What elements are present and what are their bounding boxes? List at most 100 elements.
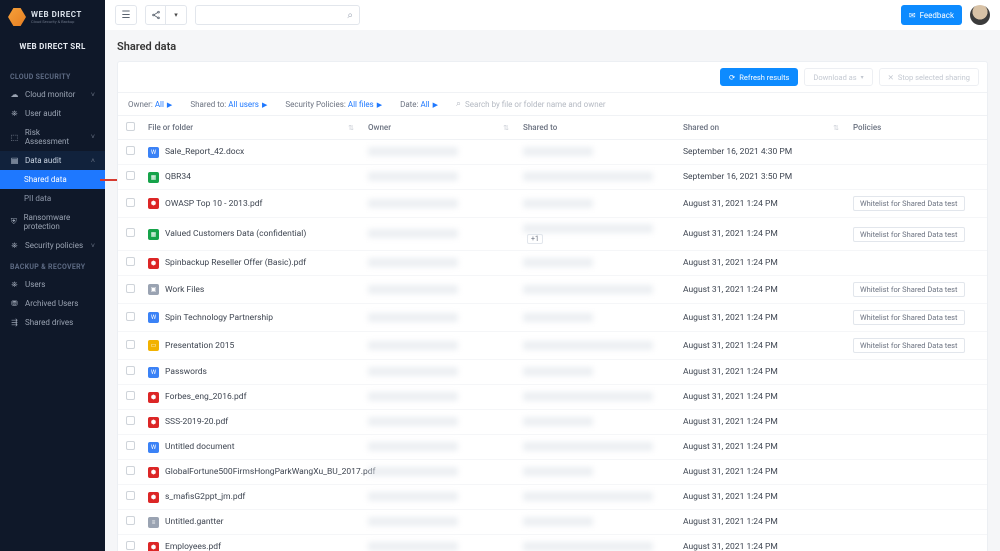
row-checkbox[interactable] <box>126 391 135 400</box>
owner-redacted: hidden <box>368 417 458 426</box>
shared-on-date: August 31, 2021 1:24 PM <box>675 485 845 510</box>
table-row[interactable]: WUntitled documenthiddenhiddenAugust 31,… <box>118 435 987 460</box>
table-row[interactable]: ⬢Spinbackup Reseller Offer (Basic).pdfhi… <box>118 251 987 276</box>
shared-on-date: August 31, 2021 1:24 PM <box>675 218 845 251</box>
row-checkbox[interactable] <box>126 171 135 180</box>
file-pdf-icon: ⬢ <box>148 467 159 478</box>
panel: ⟳ Refresh results Download as ▾ ✕ Stop s… <box>117 61 988 551</box>
file-slide-icon: ▭ <box>148 340 159 351</box>
menu-toggle-button[interactable]: ☰ <box>115 5 137 25</box>
table-row[interactable]: ▣Work FileshiddenhiddenAugust 31, 2021 1… <box>118 276 987 304</box>
table-row[interactable]: WPasswordshiddenhiddenAugust 31, 2021 1:… <box>118 360 987 385</box>
sidebar-item-cloud-monitor[interactable]: ☁Cloud monitor˅ <box>0 85 105 104</box>
filter-security-policies[interactable]: Security Policies: All files▶ <box>285 100 382 109</box>
sidebar-item-user-audit[interactable]: ⛯User audit <box>0 104 105 123</box>
table-row[interactable]: ⬢s_mafisG2ppt_jm.pdfhiddenhiddenAugust 3… <box>118 485 987 510</box>
share-dropdown[interactable]: ▾ <box>145 5 187 25</box>
owner-redacted: hidden <box>368 285 458 294</box>
shared-to-redacted: hidden <box>523 517 593 526</box>
sidebar-subitem-shared-data[interactable]: Shared data <box>0 170 105 189</box>
table-row[interactable]: ▭Presentation 2015hiddenhiddenAugust 31,… <box>118 332 987 360</box>
policy-badge[interactable]: Whitelist for Shared Data test <box>853 227 965 242</box>
shared-on-date: August 31, 2021 1:24 PM <box>675 360 845 385</box>
filter-date[interactable]: Date: All▶ <box>400 100 438 109</box>
col-policies[interactable]: Policies <box>845 116 987 140</box>
table-row[interactable]: ⬢Employees.pdfhiddenhiddenAugust 31, 202… <box>118 535 987 551</box>
shared-to-redacted: hidden <box>523 341 653 350</box>
sidebar-item-risk-assessment[interactable]: ⬚Risk Assessment˅ <box>0 123 105 151</box>
more-recipients-badge[interactable]: +1 <box>527 234 543 244</box>
row-checkbox[interactable] <box>126 491 135 500</box>
filter-owner[interactable]: Owner: All▶ <box>128 100 172 109</box>
row-checkbox[interactable] <box>126 198 135 207</box>
sidebar-item-shared-drives[interactable]: ⇶Shared drives <box>0 313 105 332</box>
download-button[interactable]: Download as ▾ <box>804 68 872 86</box>
policy-badge[interactable]: Whitelist for Shared Data test <box>853 196 965 211</box>
refresh-icon: ⟳ <box>729 73 735 82</box>
feedback-label: Feedback <box>920 11 954 20</box>
col-name[interactable]: File or folder⇅ <box>140 116 360 140</box>
sidebar-item-security-policies[interactable]: ⛯Security policies˅ <box>0 236 105 255</box>
policy-badge[interactable]: Whitelist for Shared Data test <box>853 282 965 297</box>
col-shared-to[interactable]: Shared to <box>515 116 675 140</box>
shared-to-redacted: hidden <box>523 542 653 551</box>
sort-icon: ⇅ <box>503 124 509 132</box>
global-search[interactable]: ⌕ <box>195 5 360 25</box>
mail-icon: ✉ <box>909 11 916 20</box>
table-row[interactable]: ▦Valued Customers Data (confidential)hid… <box>118 218 987 251</box>
sidebar-item-ransomware-protection[interactable]: ⛨Ransomware protection <box>0 208 105 236</box>
row-checkbox[interactable] <box>126 257 135 266</box>
file-name: QBR34 <box>165 172 191 182</box>
table-search[interactable]: ⌕ Search by file or folder name and owne… <box>456 99 606 109</box>
refresh-button[interactable]: ⟳ Refresh results <box>720 68 798 86</box>
sidebar-item-users[interactable]: ⛯Users <box>0 275 105 294</box>
row-checkbox[interactable] <box>126 146 135 155</box>
file-name: Employees.pdf <box>165 542 221 551</box>
table-row[interactable]: WSale_Report_42.docxhiddenhiddenSeptembe… <box>118 140 987 165</box>
row-checkbox[interactable] <box>126 312 135 321</box>
chevron-down-icon: ▾ <box>166 6 186 24</box>
row-checkbox[interactable] <box>126 366 135 375</box>
owner-redacted: hidden <box>368 442 458 451</box>
filter-shared-to[interactable]: Shared to: All users▶ <box>190 100 267 109</box>
row-checkbox[interactable] <box>126 516 135 525</box>
stop-sharing-button[interactable]: ✕ Stop selected sharing <box>879 68 979 86</box>
row-checkbox[interactable] <box>126 466 135 475</box>
feedback-button[interactable]: ✉ Feedback <box>901 5 962 25</box>
owner-redacted: hidden <box>368 147 458 156</box>
row-checkbox[interactable] <box>126 340 135 349</box>
table-row[interactable]: ⬢GlobalFortune500FirmsHongParkWangXu_BU_… <box>118 460 987 485</box>
table-row[interactable]: ⬢SSS-2019-20.pdfhiddenhiddenAugust 31, 2… <box>118 410 987 435</box>
col-owner[interactable]: Owner⇅ <box>360 116 515 140</box>
close-icon: ✕ <box>888 73 894 82</box>
col-shared-on[interactable]: Shared on⇅ <box>675 116 845 140</box>
policy-badge[interactable]: Whitelist for Shared Data test <box>853 338 965 353</box>
table-row[interactable]: ▦QBR34hiddenhiddenSeptember 16, 2021 3:5… <box>118 165 987 190</box>
row-checkbox[interactable] <box>126 416 135 425</box>
file-name: Forbes_eng_2016.pdf <box>165 392 247 402</box>
row-checkbox[interactable] <box>126 228 135 237</box>
sidebar-subitem-pii-data[interactable]: PII data <box>0 189 105 208</box>
global-search-input[interactable] <box>202 11 347 20</box>
shared-to-redacted: hidden <box>523 492 653 501</box>
row-checkbox[interactable] <box>126 284 135 293</box>
avatar[interactable] <box>970 5 990 25</box>
data-icon: ▤ <box>10 156 19 165</box>
table-row[interactable]: ≡Untitled.gantterhiddenhiddenAugust 31, … <box>118 510 987 535</box>
file-pdf-icon: ⬢ <box>148 492 159 503</box>
row-checkbox[interactable] <box>126 541 135 550</box>
chevron-down-icon: ˅ <box>91 242 95 250</box>
table-row[interactable]: WSpin Technology Partnershiphiddenhidden… <box>118 304 987 332</box>
sidebar-item-archived-users[interactable]: ⛃Archived Users <box>0 294 105 313</box>
nav-section-cloud: CLOUD SECURITY <box>0 65 105 85</box>
table-row[interactable]: ⬢Forbes_eng_2016.pdfhiddenhiddenAugust 3… <box>118 385 987 410</box>
file-pdf-icon: ⬢ <box>148 417 159 428</box>
file-pdf-icon: ⬢ <box>148 198 159 209</box>
row-checkbox[interactable] <box>126 441 135 450</box>
sidebar-item-label: User audit <box>25 109 61 118</box>
policy-badge[interactable]: Whitelist for Shared Data test <box>853 310 965 325</box>
sidebar-item-data-audit[interactable]: ▤Data audit˄ <box>0 151 105 170</box>
sidebar-item-label: Shared drives <box>25 318 73 327</box>
col-checkbox[interactable] <box>118 116 140 140</box>
table-row[interactable]: ⬢OWASP Top 10 - 2013.pdfhiddenhiddenAugu… <box>118 190 987 218</box>
